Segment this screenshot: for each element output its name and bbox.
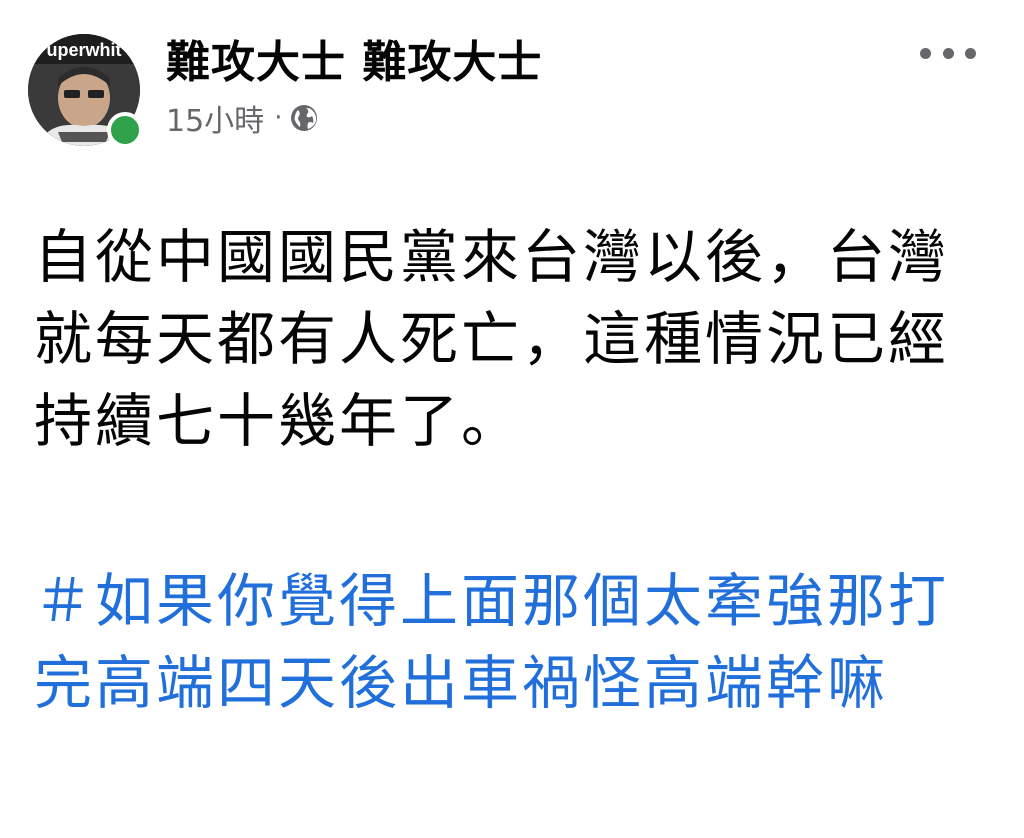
online-status-indicator xyxy=(107,112,143,148)
post-card: uperwhit 難攻大士 難攻大士 15小時 · 自從中國國民黨來台灣以後，台… xyxy=(0,0,1024,838)
post-timestamp[interactable]: 15小時 xyxy=(166,96,264,140)
dot-icon xyxy=(942,47,954,59)
avatar-logo-text: uperwhit xyxy=(47,40,122,60)
post-body-text: 自從中國國民黨來台灣以後，台灣就每天都有人死亡，這種情況已經持續七十幾年了。 xyxy=(34,223,950,455)
post-meta: 15小時 · xyxy=(166,96,318,140)
dot-icon xyxy=(965,47,976,59)
hashtag-link[interactable]: ＃如果你覺得上面那個太牽強那打完高端四天後出車禍怪高端幹嘛 xyxy=(34,560,994,724)
more-options-button[interactable] xyxy=(920,38,976,68)
dot-icon xyxy=(920,47,931,59)
meta-separator: · xyxy=(274,103,283,133)
author-name[interactable]: 難攻大士 難攻大士 xyxy=(166,26,542,90)
globe-icon[interactable] xyxy=(290,104,318,132)
